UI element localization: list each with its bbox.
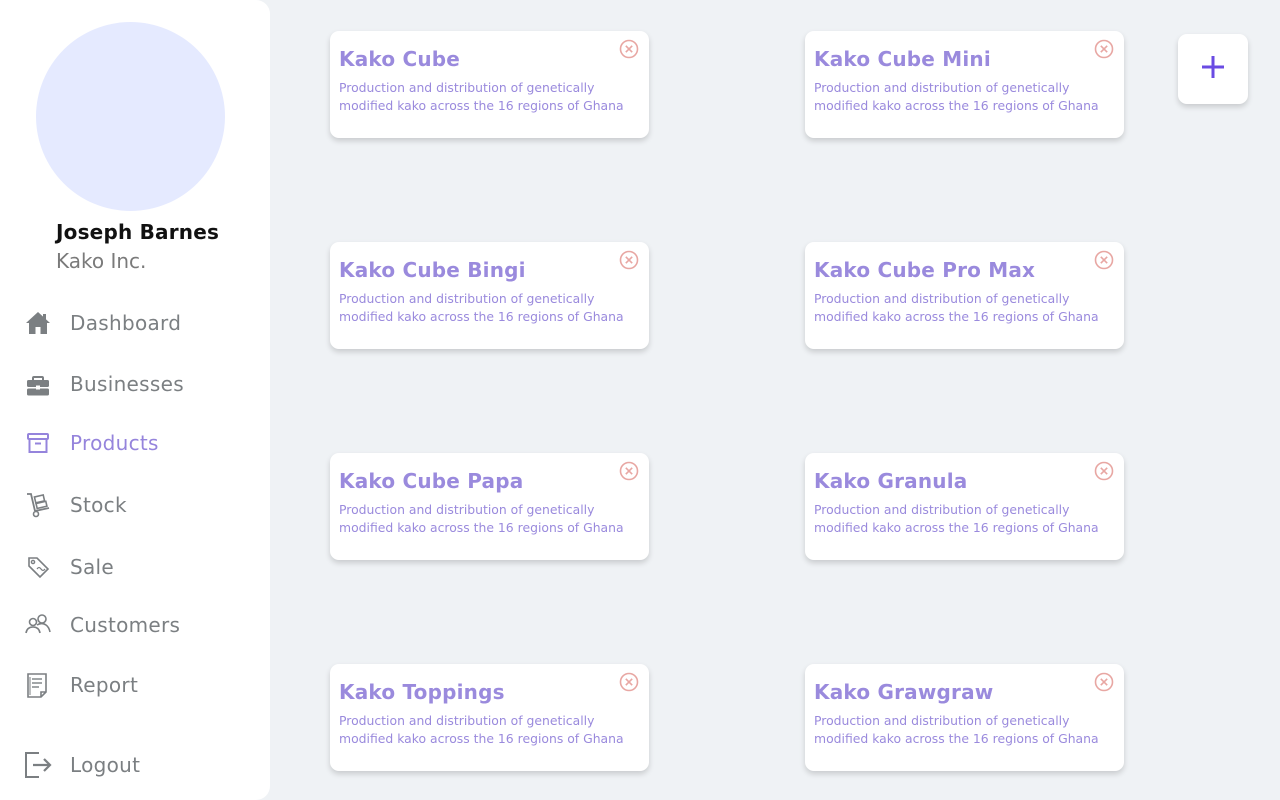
product-card[interactable]: Kako Cube Production and distribution of… <box>330 31 649 138</box>
close-circle-icon[interactable] <box>1094 461 1114 481</box>
users-icon <box>22 609 54 641</box>
product-card[interactable]: Kako Toppings Production and distributio… <box>330 664 649 771</box>
close-circle-icon[interactable] <box>619 250 639 270</box>
logout-icon <box>22 749 54 781</box>
close-circle-icon[interactable] <box>1094 672 1114 692</box>
nav-label-stock: Stock <box>70 493 127 517</box>
product-title: Kako Toppings <box>339 680 505 704</box>
add-product-button[interactable] <box>1178 34 1248 104</box>
product-card[interactable]: Kako Cube Pro Max Production and distrib… <box>805 242 1124 349</box>
product-card[interactable]: Kako Granula Production and distribution… <box>805 453 1124 560</box>
nav-item-products[interactable]: Products <box>22 425 159 461</box>
product-description: Production and distribution of genetical… <box>814 80 1099 113</box>
product-title: Kako Granula <box>814 469 968 493</box>
product-title: Kako Cube Papa <box>339 469 524 493</box>
product-card[interactable]: Kako Cube Papa Production and distributi… <box>330 453 649 560</box>
nav-item-customers[interactable]: Customers <box>22 607 180 643</box>
product-title: Kako Cube Pro Max <box>814 258 1036 282</box>
product-description: Production and distribution of genetical… <box>339 502 624 535</box>
hand-truck-icon <box>22 489 54 521</box>
price-tag-icon <box>22 551 54 583</box>
close-circle-icon[interactable] <box>619 39 639 59</box>
nav-label-businesses: Businesses <box>70 372 184 396</box>
close-circle-icon[interactable] <box>619 672 639 692</box>
product-card[interactable]: Kako Cube Bingi Production and distribut… <box>330 242 649 349</box>
close-circle-icon[interactable] <box>619 461 639 481</box>
product-description: Production and distribution of genetical… <box>814 713 1099 746</box>
nav-label-logout: Logout <box>70 753 141 777</box>
product-card[interactable]: Kako Cube Mini Production and distributi… <box>805 31 1124 138</box>
home-icon <box>22 307 54 339</box>
nav-item-stock[interactable]: Stock <box>22 487 127 523</box>
product-title: Kako Cube Bingi <box>339 258 526 282</box>
archive-box-icon <box>22 427 54 459</box>
product-description: Production and distribution of genetical… <box>339 291 624 324</box>
nav-label-customers: Customers <box>70 613 181 637</box>
product-title: Kako Cube <box>339 47 461 71</box>
product-title: Kako Cube Mini <box>814 47 991 71</box>
nav-label-sale: Sale <box>70 555 115 579</box>
user-name: Joseph Barnes <box>56 220 220 244</box>
report-icon <box>22 669 54 701</box>
user-company: Kako Inc. <box>56 249 147 273</box>
product-description: Production and distribution of genetical… <box>339 713 624 746</box>
sidebar: Joseph Barnes Kako Inc. Dashboard Busine… <box>0 0 270 800</box>
nav-item-dashboard[interactable]: Dashboard <box>22 305 181 341</box>
product-card[interactable]: Kako Grawgraw Production and distributio… <box>805 664 1124 771</box>
product-description: Production and distribution of genetical… <box>814 291 1099 324</box>
briefcase-icon <box>22 368 54 400</box>
product-description: Production and distribution of genetical… <box>339 80 624 113</box>
nav-item-sale[interactable]: Sale <box>22 549 114 585</box>
nav-label-dashboard: Dashboard <box>70 311 182 335</box>
avatar[interactable] <box>36 22 225 211</box>
nav-item-report[interactable]: Report <box>22 667 138 703</box>
nav-item-logout[interactable]: Logout <box>22 747 140 783</box>
close-circle-icon[interactable] <box>1094 39 1114 59</box>
nav-item-businesses[interactable]: Businesses <box>22 366 184 402</box>
nav-label-products: Products <box>70 431 159 455</box>
close-circle-icon[interactable] <box>1094 250 1114 270</box>
plus-icon <box>1200 54 1226 84</box>
product-title: Kako Grawgraw <box>814 680 994 704</box>
nav-label-report: Report <box>70 673 139 697</box>
product-description: Production and distribution of genetical… <box>814 502 1099 535</box>
